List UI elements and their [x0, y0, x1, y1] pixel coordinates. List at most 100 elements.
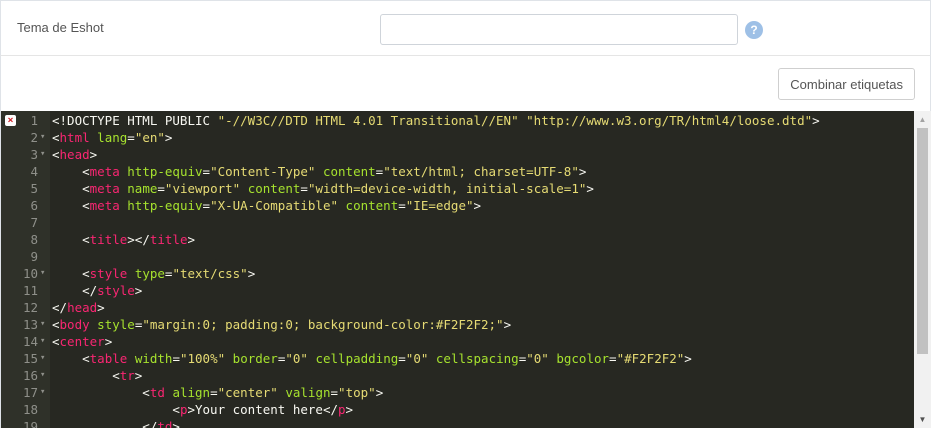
- code-text: <head>: [52, 146, 97, 163]
- code-editor[interactable]: × 1 2 ▾ 3 ▾ 4 5 6 7 8 9 10 ▾ 11 12 13 ▾ 14 ▾ 15 ▾ 16 ▾ 17 ▾ 18 19 <…: [0, 111, 931, 428]
- code-area[interactable]: <!DOCTYPE HTML PUBLIC "-//W3C//DTD HTML …: [50, 111, 914, 428]
- code-line[interactable]: <tr>: [50, 367, 914, 384]
- fold-toggle-icon[interactable]: ▾: [40, 367, 45, 384]
- gutter-row: 15 ▾: [1, 350, 50, 367]
- vertical-scrollbar[interactable]: ▲ ▼: [914, 111, 931, 428]
- code-token: "0": [526, 351, 549, 366]
- code-token: <: [52, 147, 60, 162]
- line-number: 15: [22, 351, 38, 366]
- code-token: =: [398, 198, 406, 213]
- gutter-row: 7: [1, 214, 50, 231]
- code-token: title: [89, 232, 128, 247]
- code-token: >: [684, 351, 692, 366]
- line-number: 1: [30, 113, 38, 128]
- help-icon[interactable]: ?: [745, 21, 763, 39]
- code-token: http-equiv: [127, 198, 203, 213]
- eshot-theme-input[interactable]: [380, 14, 738, 45]
- code-token: <!DOCTYPE HTML PUBLIC: [52, 113, 218, 128]
- code-token: >: [164, 130, 173, 145]
- scroll-up-icon[interactable]: ▲: [914, 111, 931, 128]
- code-line[interactable]: <meta http-equiv="X-UA-Compatible" conte…: [50, 197, 914, 214]
- code-token: lang: [97, 130, 128, 145]
- merge-tags-button[interactable]: Combinar etiquetas: [778, 68, 915, 100]
- code-line[interactable]: <center>: [50, 333, 914, 350]
- code-text: <table width="100%" border="0" cellpaddi…: [52, 350, 692, 367]
- code-token: http-equiv: [127, 164, 203, 179]
- code-token: <: [52, 351, 90, 366]
- code-line[interactable]: <meta http-equiv="Content-Type" content=…: [50, 163, 914, 180]
- code-line[interactable]: <p>Your content here</p>: [50, 401, 914, 418]
- fold-toggle-icon[interactable]: ▾: [40, 333, 45, 350]
- code-token: content: [247, 181, 301, 196]
- line-number: 19: [22, 419, 38, 428]
- code-token: =: [300, 181, 308, 196]
- fold-toggle-icon[interactable]: ▾: [40, 350, 45, 367]
- code-line[interactable]: [50, 248, 914, 265]
- code-token: "Content-Type": [210, 164, 316, 179]
- scrollbar-thumb[interactable]: [917, 128, 928, 354]
- code-line[interactable]: <html lang="en">: [50, 129, 914, 146]
- code-token: p: [338, 402, 346, 417]
- code-line[interactable]: <head>: [50, 146, 914, 163]
- code-line[interactable]: </td>: [50, 418, 914, 428]
- code-line[interactable]: <td align="center" valign="top">: [50, 384, 914, 401]
- code-token: =: [210, 385, 218, 400]
- line-number: 10: [22, 266, 38, 281]
- code-line[interactable]: </style>: [50, 282, 914, 299]
- code-token: "0": [405, 351, 429, 366]
- code-text: <meta http-equiv="X-UA-Compatible" conte…: [52, 197, 481, 214]
- code-text: <meta http-equiv="Content-Type" content=…: [52, 163, 586, 180]
- line-number: 16: [22, 368, 38, 383]
- code-line[interactable]: <!DOCTYPE HTML PUBLIC "-//W3C//DTD HTML …: [50, 112, 914, 129]
- code-token: bgcolor: [556, 351, 610, 366]
- code-line[interactable]: [50, 214, 914, 231]
- fold-toggle-icon[interactable]: ▾: [40, 265, 45, 282]
- code-token: "center": [217, 385, 278, 400]
- code-token: "text/css": [172, 266, 248, 281]
- line-number: 8: [30, 232, 38, 247]
- line-number: 2: [30, 130, 38, 145]
- gutter-row: 17 ▾: [1, 384, 50, 401]
- scroll-down-icon[interactable]: ▼: [914, 411, 931, 428]
- code-token: style: [89, 266, 128, 281]
- fold-toggle-icon[interactable]: ▾: [40, 316, 45, 333]
- code-token: >: [345, 402, 354, 417]
- code-token: =: [398, 351, 406, 366]
- code-token: type: [134, 266, 165, 281]
- gutter-row: 11: [1, 282, 50, 299]
- gutter-row: 10 ▾: [1, 265, 50, 282]
- code-token: html: [59, 130, 90, 145]
- fold-toggle-icon[interactable]: ▾: [40, 146, 45, 163]
- code-line[interactable]: <title></title>: [50, 231, 914, 248]
- code-line[interactable]: <table width="100%" border="0" cellpaddi…: [50, 350, 914, 367]
- fold-toggle-icon[interactable]: ▾: [40, 384, 45, 401]
- code-text: <body style="margin:0; padding:0; backgr…: [52, 316, 511, 333]
- code-token: >: [134, 283, 143, 298]
- code-text: <td align="center" valign="top">: [52, 384, 383, 401]
- code-token: <: [52, 368, 120, 383]
- code-token: <: [52, 130, 60, 145]
- code-token: title: [149, 232, 188, 247]
- line-number: 12: [22, 300, 38, 315]
- gutter-row: 12: [1, 299, 50, 316]
- gutter-row: 13 ▾: [1, 316, 50, 333]
- code-token: >: [134, 368, 143, 383]
- code-token: </: [52, 300, 68, 315]
- code-line[interactable]: <style type="text/css">: [50, 265, 914, 282]
- code-token: <: [52, 385, 150, 400]
- line-number: 7: [30, 215, 38, 230]
- fold-toggle-icon[interactable]: ▾: [40, 129, 45, 146]
- code-token: style: [97, 317, 135, 332]
- code-token: "width=device-width, initial-scale=1": [307, 181, 587, 196]
- code-line[interactable]: <body style="margin:0; padding:0; backgr…: [50, 316, 914, 333]
- code-token: >: [97, 300, 105, 315]
- gutter-row: 16 ▾: [1, 367, 50, 384]
- code-token: "IE=edge": [405, 198, 474, 213]
- code-line[interactable]: </head>: [50, 299, 914, 316]
- gutter-row: 2 ▾: [1, 129, 50, 146]
- code-line[interactable]: <meta name="viewport" content="width=dev…: [50, 180, 914, 197]
